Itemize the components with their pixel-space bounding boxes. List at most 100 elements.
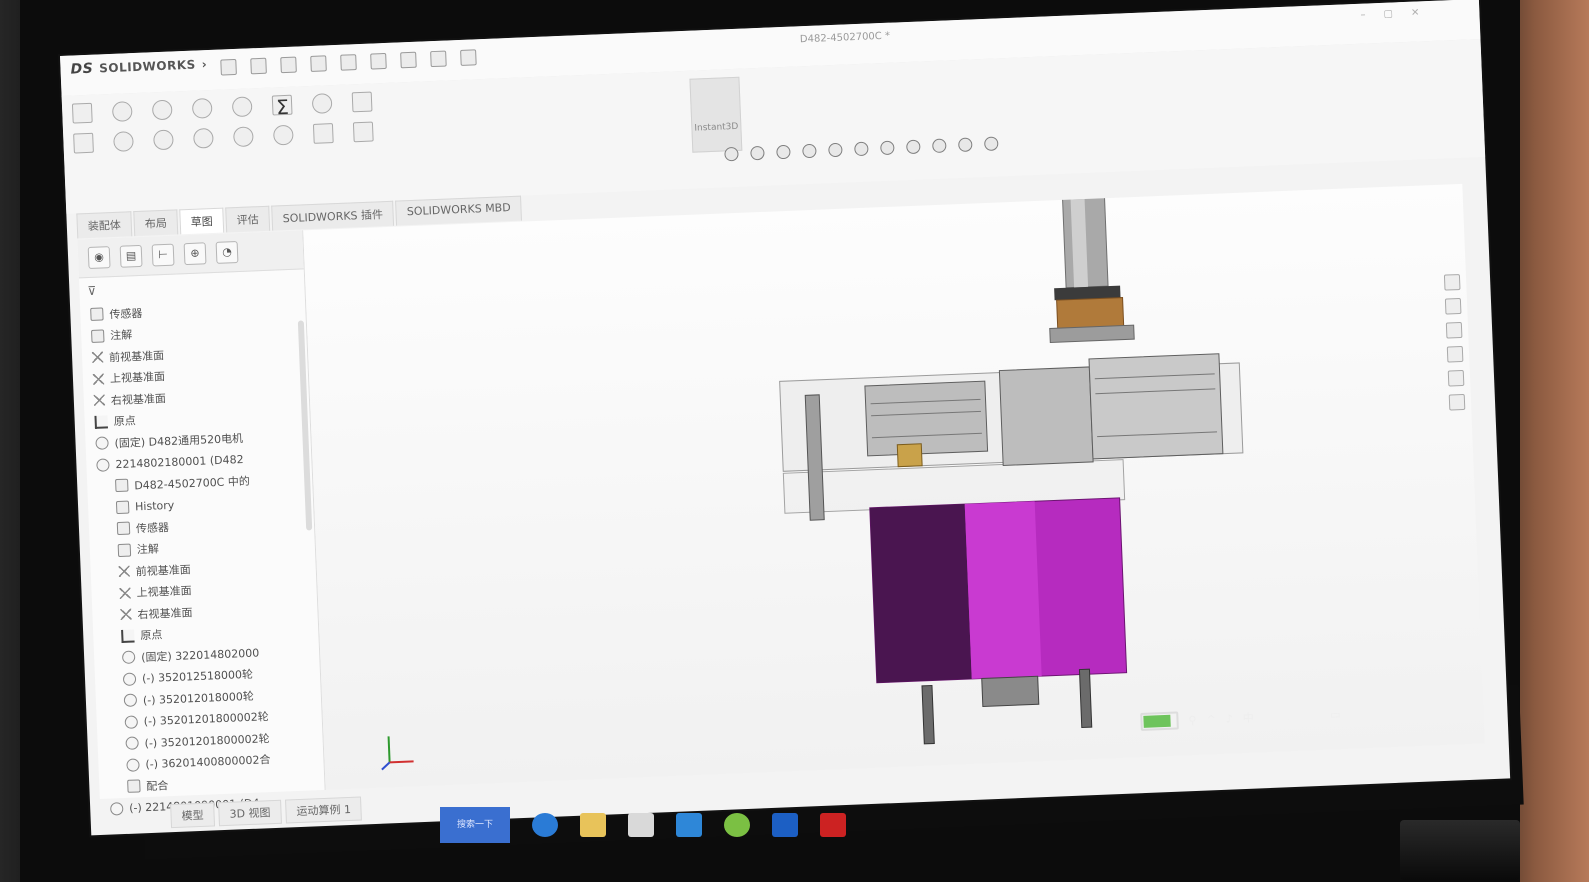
home-icon[interactable]	[1443, 273, 1461, 291]
tab-mbd[interactable]: SOLIDWORKS MBD	[395, 195, 523, 226]
tab-motion-study[interactable]: 运动算例 1	[284, 796, 363, 824]
select-icon[interactable]	[370, 52, 387, 70]
part-icon	[96, 458, 110, 472]
custom-properties-icon[interactable]	[1448, 393, 1466, 411]
sum-icon[interactable]: Σ	[276, 95, 290, 119]
chevron-up-icon[interactable]: ^	[1206, 712, 1216, 725]
smart-dimension-icon[interactable]	[111, 101, 133, 122]
tree-item-label: 上视基准面	[109, 370, 166, 386]
notification-icon[interactable]: ▭	[1330, 707, 1341, 720]
previous-view-icon[interactable]	[776, 144, 791, 160]
volume-icon[interactable]: ♪	[1226, 712, 1234, 725]
dimxpert-tab-icon[interactable]: ⊕	[183, 242, 207, 266]
convert-entities-icon[interactable]	[311, 93, 333, 114]
view-settings-icon[interactable]	[983, 136, 999, 151]
appearance-icon[interactable]	[932, 138, 947, 154]
tree-item-label: (-) 35201201800002轮	[144, 731, 270, 750]
hide-show-icon[interactable]	[906, 139, 921, 155]
origin-icon	[121, 629, 135, 643]
network-icon[interactable]: ⚲	[1188, 713, 1197, 726]
tab-model[interactable]: 模型	[170, 802, 216, 829]
plane-icon	[91, 351, 104, 364]
restore-icon[interactable]: ▢	[1383, 8, 1393, 19]
tree-item-label: 右视基准面	[110, 391, 167, 407]
dynamic-annotation-icon[interactable]	[828, 142, 843, 158]
tree-item-label: 原点	[113, 414, 136, 429]
edge-icon[interactable]	[532, 813, 558, 837]
options-icon[interactable]	[460, 49, 477, 66]
tree-item-label: 配合	[146, 778, 169, 793]
battery-icon[interactable]	[1140, 711, 1179, 731]
plane-icon	[92, 373, 105, 385]
rectangle-icon[interactable]	[73, 132, 94, 154]
slot-icon[interactable]	[232, 126, 254, 148]
tree-item-label: 传感器	[109, 306, 143, 321]
section-view-icon[interactable]	[802, 143, 817, 159]
close-icon[interactable]: ✕	[1411, 7, 1420, 18]
part-icon	[95, 436, 109, 451]
minimize-icon[interactable]: –	[1360, 10, 1365, 21]
undo-icon[interactable]	[340, 54, 357, 71]
display-manager-tab-icon[interactable]: ◔	[215, 241, 239, 264]
folder-icon	[127, 779, 141, 794]
view-orientation-icon[interactable]	[854, 141, 869, 157]
pattern-icon[interactable]	[352, 121, 374, 143]
tab-layout[interactable]: 布局	[133, 209, 179, 237]
arc-icon[interactable]	[113, 131, 134, 152]
battery-level	[1143, 714, 1171, 728]
property-manager-tab-icon[interactable]: ▤	[119, 244, 143, 268]
print-icon[interactable]	[310, 55, 327, 72]
scene-icon[interactable]	[958, 137, 973, 153]
gearmotor-model[interactable]	[303, 184, 1485, 790]
mirror-icon[interactable]	[312, 123, 334, 144]
appearances-icon[interactable]	[1447, 369, 1465, 387]
sketch-icon[interactable]	[71, 102, 93, 124]
tab-addins[interactable]: SOLIDWORKS 插件	[271, 200, 395, 231]
configuration-manager-tab-icon[interactable]: ⊢	[151, 243, 175, 267]
file-properties-icon[interactable]	[430, 50, 447, 68]
green-app-icon[interactable]	[724, 813, 750, 837]
app-logo: DS SOLIDWORKS ›	[70, 56, 207, 77]
solidworks-taskbar-icon[interactable]	[820, 813, 846, 837]
file-explorer-icon[interactable]	[1446, 345, 1464, 363]
store-icon[interactable]	[628, 813, 654, 837]
graphics-area[interactable]: 24%	[303, 183, 1485, 790]
tab-assembly[interactable]: 装配体	[76, 211, 133, 239]
file-explorer-taskbar-icon[interactable]	[580, 813, 606, 837]
tab-sketch[interactable]: 草图	[179, 207, 225, 235]
rebuild-icon[interactable]	[400, 51, 417, 69]
blue-app-icon[interactable]	[772, 813, 798, 837]
spline-icon[interactable]	[231, 96, 253, 118]
tab-evaluate[interactable]: 评估	[225, 205, 271, 233]
input-method[interactable]: 中	[1242, 709, 1255, 725]
tree-item-label: 上视基准面	[136, 584, 192, 600]
feature-tree-tab-icon[interactable]: ◉	[87, 246, 111, 270]
folder-icon	[91, 329, 105, 343]
instant3d-button[interactable]: Instant3D	[689, 76, 743, 153]
save-icon[interactable]	[280, 56, 297, 74]
mail-icon[interactable]	[676, 813, 702, 837]
zoom-to-fit-icon[interactable]	[724, 146, 739, 162]
polygon-icon[interactable]	[153, 129, 174, 151]
taskbar-clock[interactable]: 12:20 2020/6/19	[1263, 701, 1321, 731]
taskbar-search[interactable]: 搜索一下	[440, 807, 510, 843]
circle-icon[interactable]	[191, 97, 213, 119]
folder-icon	[117, 543, 132, 557]
zoom-area-icon[interactable]	[750, 145, 765, 161]
text-icon[interactable]	[193, 127, 214, 149]
point-icon[interactable]	[272, 124, 294, 146]
part-icon	[122, 672, 137, 686]
tree-item-label: (固定) D482通用520电机	[114, 431, 244, 450]
display-style-icon[interactable]	[880, 140, 895, 156]
tab-3d-views[interactable]: 3D 视图	[218, 799, 282, 827]
new-icon[interactable]	[220, 58, 237, 76]
open-icon[interactable]	[250, 57, 267, 75]
offset-icon[interactable]	[351, 91, 373, 113]
line-icon[interactable]	[151, 99, 173, 121]
design-library-icon[interactable]	[1445, 321, 1463, 339]
part-icon	[124, 715, 139, 729]
sketch-tools	[71, 91, 384, 154]
resources-icon[interactable]	[1444, 297, 1462, 315]
tree-item-label: 传感器	[135, 520, 170, 536]
chevron-right-icon[interactable]: ›	[201, 57, 207, 71]
